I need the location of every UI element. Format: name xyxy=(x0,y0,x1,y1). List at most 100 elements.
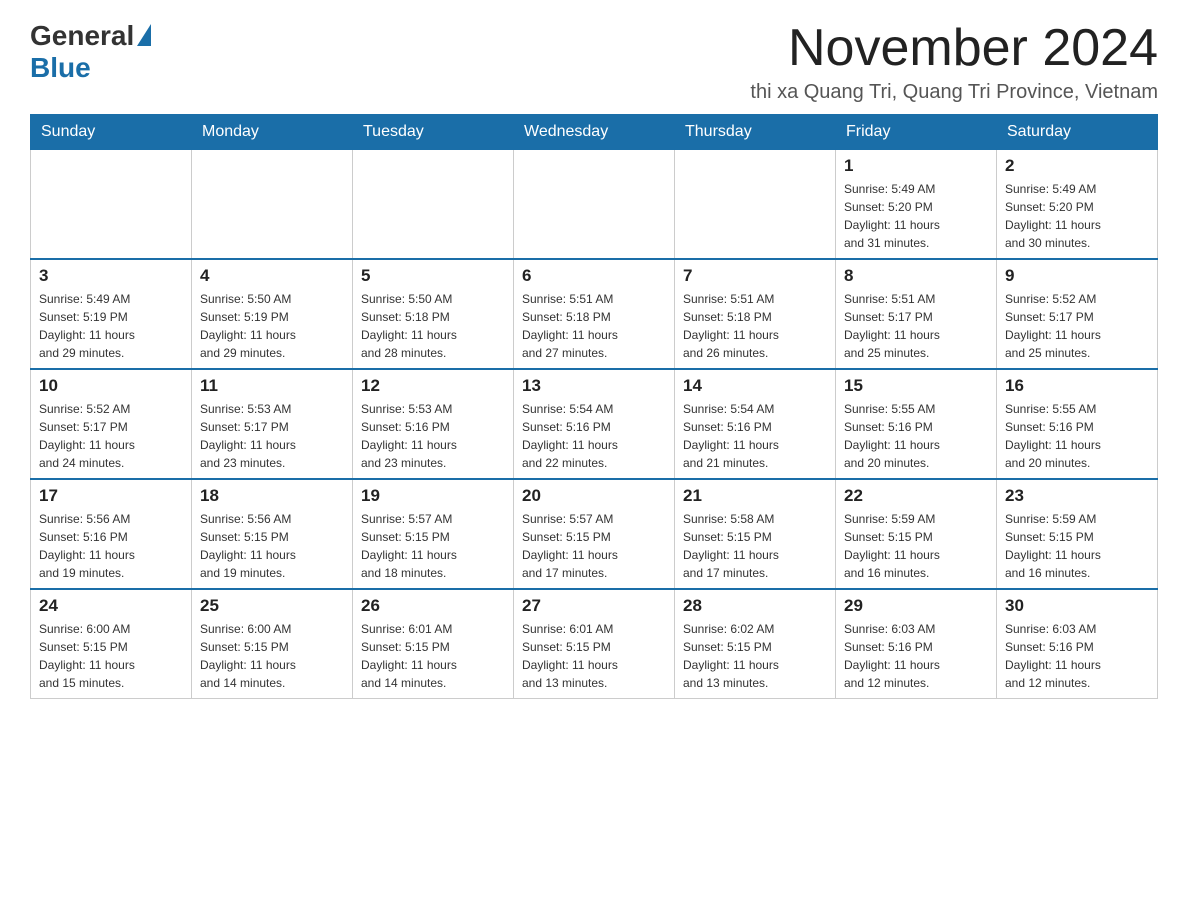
calendar-cell: 3Sunrise: 5:49 AM Sunset: 5:19 PM Daylig… xyxy=(31,259,192,369)
day-info: Sunrise: 5:52 AM Sunset: 5:17 PM Dayligh… xyxy=(1005,290,1149,362)
calendar-cell: 7 Sunrise: 5:51 AM Sunset: 5:18 PM Daylig… xyxy=(675,259,836,369)
day-number: 22 xyxy=(844,486,988,506)
day-info: Sunrise: 5:59 AM Sunset: 5:15 PM Dayligh… xyxy=(1005,510,1149,582)
day-number: 23 xyxy=(1005,486,1149,506)
day-number: 2 xyxy=(1005,156,1149,176)
calendar-cell: 16 Sunrise: 5:55 AM Sunset: 5:16 PM Dayli… xyxy=(997,369,1158,479)
calendar-cell: 29 Sunrise: 6:03 AM Sunset: 5:16 PM Dayli… xyxy=(836,589,997,699)
day-number: 5 xyxy=(361,266,505,286)
weekday-header-friday: Friday xyxy=(836,115,997,150)
weekday-header-saturday: Saturday xyxy=(997,115,1158,150)
day-info: Sunrise: 5:51 AM Sunset: 5:18 PM Dayligh… xyxy=(683,290,827,362)
day-number: 20 xyxy=(522,486,666,506)
day-info: Sunrise: 5:53 AM Sunset: 5:16 PM Dayligh… xyxy=(361,400,505,472)
logo-blue-text: Blue xyxy=(30,52,91,84)
day-info: Sunrise: 5:58 AM Sunset: 5:15 PM Dayligh… xyxy=(683,510,827,582)
calendar-cell: 19Sunrise: 5:57 AM Sunset: 5:15 PM Dayli… xyxy=(353,479,514,589)
calendar-week-1: 1 Sunrise: 5:49 AM Sunset: 5:20 PM Daylig… xyxy=(31,150,1158,260)
day-number: 9 xyxy=(1005,266,1149,286)
calendar-week-4: 17Sunrise: 5:56 AM Sunset: 5:16 PM Dayli… xyxy=(31,479,1158,589)
day-number: 25 xyxy=(200,596,344,616)
day-number: 16 xyxy=(1005,376,1149,396)
day-number: 24 xyxy=(39,596,183,616)
month-title: November 2024 xyxy=(750,20,1158,77)
day-info: Sunrise: 5:50 AM Sunset: 5:19 PM Dayligh… xyxy=(200,290,344,362)
day-info: Sunrise: 5:56 AM Sunset: 5:15 PM Dayligh… xyxy=(200,510,344,582)
location-subtitle: thi xa Quang Tri, Quang Tri Province, Vi… xyxy=(750,81,1158,104)
calendar-cell xyxy=(353,150,514,260)
day-info: Sunrise: 5:49 AM Sunset: 5:20 PM Dayligh… xyxy=(1005,180,1149,252)
logo: General Blue xyxy=(30,20,151,84)
calendar-cell: 20Sunrise: 5:57 AM Sunset: 5:15 PM Dayli… xyxy=(514,479,675,589)
day-info: Sunrise: 6:01 AM Sunset: 5:15 PM Dayligh… xyxy=(522,620,666,692)
calendar-cell: 15 Sunrise: 5:55 AM Sunset: 5:16 PM Dayli… xyxy=(836,369,997,479)
day-number: 14 xyxy=(683,376,827,396)
calendar-cell: 24 Sunrise: 6:00 AM Sunset: 5:15 PM Dayli… xyxy=(31,589,192,699)
calendar-week-2: 3Sunrise: 5:49 AM Sunset: 5:19 PM Daylig… xyxy=(31,259,1158,369)
day-info: Sunrise: 5:55 AM Sunset: 5:16 PM Dayligh… xyxy=(844,400,988,472)
day-info: Sunrise: 5:54 AM Sunset: 5:16 PM Dayligh… xyxy=(522,400,666,472)
calendar-cell: 11Sunrise: 5:53 AM Sunset: 5:17 PM Dayli… xyxy=(192,369,353,479)
day-info: Sunrise: 5:50 AM Sunset: 5:18 PM Dayligh… xyxy=(361,290,505,362)
calendar-cell: 30 Sunrise: 6:03 AM Sunset: 5:16 PM Dayli… xyxy=(997,589,1158,699)
calendar-cell: 13 Sunrise: 5:54 AM Sunset: 5:16 PM Dayli… xyxy=(514,369,675,479)
day-info: Sunrise: 6:01 AM Sunset: 5:15 PM Dayligh… xyxy=(361,620,505,692)
calendar-cell: 9 Sunrise: 5:52 AM Sunset: 5:17 PM Daylig… xyxy=(997,259,1158,369)
calendar-cell: 27Sunrise: 6:01 AM Sunset: 5:15 PM Dayli… xyxy=(514,589,675,699)
calendar-cell: 8 Sunrise: 5:51 AM Sunset: 5:17 PM Daylig… xyxy=(836,259,997,369)
calendar-cell: 18 Sunrise: 5:56 AM Sunset: 5:15 PM Dayli… xyxy=(192,479,353,589)
calendar-week-5: 24 Sunrise: 6:00 AM Sunset: 5:15 PM Dayli… xyxy=(31,589,1158,699)
day-number: 18 xyxy=(200,486,344,506)
day-number: 29 xyxy=(844,596,988,616)
day-info: Sunrise: 5:56 AM Sunset: 5:16 PM Dayligh… xyxy=(39,510,183,582)
calendar-week-3: 10Sunrise: 5:52 AM Sunset: 5:17 PM Dayli… xyxy=(31,369,1158,479)
calendar-cell: 10Sunrise: 5:52 AM Sunset: 5:17 PM Dayli… xyxy=(31,369,192,479)
day-info: Sunrise: 6:03 AM Sunset: 5:16 PM Dayligh… xyxy=(1005,620,1149,692)
calendar-cell: 22Sunrise: 5:59 AM Sunset: 5:15 PM Dayli… xyxy=(836,479,997,589)
calendar-cell: 28 Sunrise: 6:02 AM Sunset: 5:15 PM Dayli… xyxy=(675,589,836,699)
day-number: 15 xyxy=(844,376,988,396)
day-number: 8 xyxy=(844,266,988,286)
day-info: Sunrise: 5:55 AM Sunset: 5:16 PM Dayligh… xyxy=(1005,400,1149,472)
weekday-header-thursday: Thursday xyxy=(675,115,836,150)
weekday-header-tuesday: Tuesday xyxy=(353,115,514,150)
calendar-cell: 17Sunrise: 5:56 AM Sunset: 5:16 PM Dayli… xyxy=(31,479,192,589)
weekday-header-sunday: Sunday xyxy=(31,115,192,150)
day-info: Sunrise: 5:49 AM Sunset: 5:19 PM Dayligh… xyxy=(39,290,183,362)
calendar-cell: 21 Sunrise: 5:58 AM Sunset: 5:15 PM Dayli… xyxy=(675,479,836,589)
day-info: Sunrise: 6:00 AM Sunset: 5:15 PM Dayligh… xyxy=(39,620,183,692)
day-info: Sunrise: 5:51 AM Sunset: 5:18 PM Dayligh… xyxy=(522,290,666,362)
day-number: 11 xyxy=(200,376,344,396)
day-number: 21 xyxy=(683,486,827,506)
day-number: 30 xyxy=(1005,596,1149,616)
calendar-body: 1 Sunrise: 5:49 AM Sunset: 5:20 PM Daylig… xyxy=(31,150,1158,699)
weekday-header-wednesday: Wednesday xyxy=(514,115,675,150)
calendar-cell: 14 Sunrise: 5:54 AM Sunset: 5:16 PM Dayli… xyxy=(675,369,836,479)
calendar-cell xyxy=(31,150,192,260)
day-info: Sunrise: 6:03 AM Sunset: 5:16 PM Dayligh… xyxy=(844,620,988,692)
day-number: 12 xyxy=(361,376,505,396)
day-number: 6 xyxy=(522,266,666,286)
page-header: General Blue November 2024 thi xa Quang … xyxy=(30,20,1158,104)
day-number: 1 xyxy=(844,156,988,176)
calendar-cell: 26 Sunrise: 6:01 AM Sunset: 5:15 PM Dayli… xyxy=(353,589,514,699)
calendar-cell: 1Sunrise: 5:49 AM Sunset: 5:20 PM Daylig… xyxy=(836,150,997,260)
calendar-cell: 5 Sunrise: 5:50 AM Sunset: 5:18 PM Daylig… xyxy=(353,259,514,369)
calendar-cell: 6 Sunrise: 5:51 AM Sunset: 5:18 PM Daylig… xyxy=(514,259,675,369)
day-number: 28 xyxy=(683,596,827,616)
day-number: 7 xyxy=(683,266,827,286)
day-info: Sunrise: 5:54 AM Sunset: 5:16 PM Dayligh… xyxy=(683,400,827,472)
calendar-cell: 23 Sunrise: 5:59 AM Sunset: 5:15 PM Dayli… xyxy=(997,479,1158,589)
day-number: 26 xyxy=(361,596,505,616)
calendar-cell: 25Sunrise: 6:00 AM Sunset: 5:15 PM Dayli… xyxy=(192,589,353,699)
logo-general-text: General xyxy=(30,20,134,52)
weekday-header-row: SundayMondayTuesdayWednesdayThursdayFrid… xyxy=(31,115,1158,150)
day-info: Sunrise: 5:57 AM Sunset: 5:15 PM Dayligh… xyxy=(361,510,505,582)
day-info: Sunrise: 6:02 AM Sunset: 5:15 PM Dayligh… xyxy=(683,620,827,692)
calendar-cell xyxy=(675,150,836,260)
title-area: November 2024 thi xa Quang Tri, Quang Tr… xyxy=(750,20,1158,104)
calendar-cell xyxy=(514,150,675,260)
day-info: Sunrise: 5:51 AM Sunset: 5:17 PM Dayligh… xyxy=(844,290,988,362)
day-number: 13 xyxy=(522,376,666,396)
day-info: Sunrise: 5:52 AM Sunset: 5:17 PM Dayligh… xyxy=(39,400,183,472)
